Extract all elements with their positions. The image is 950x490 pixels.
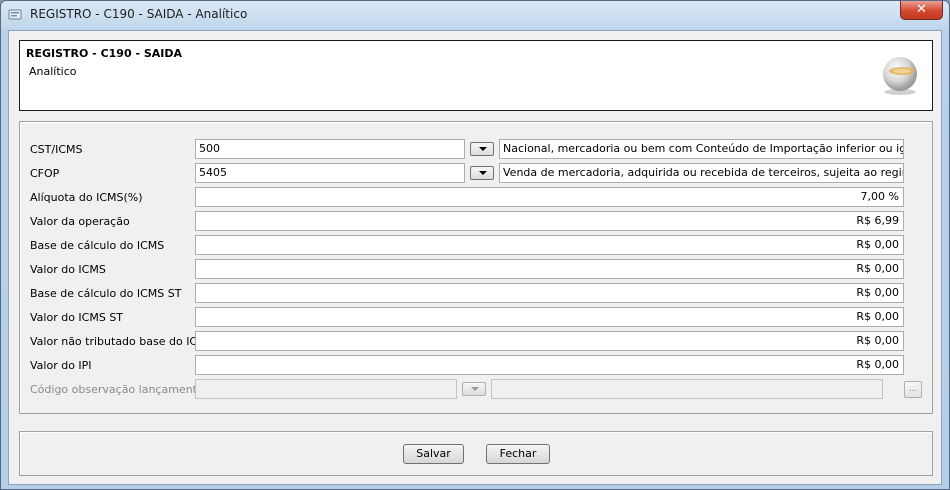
cfop-code-input[interactable]: 5405 [195,163,465,183]
valor-icms-st-input[interactable]: R$ 0,00 [195,307,904,327]
codigo-obs-browse-button[interactable]: ... [904,381,922,398]
cfop-label: CFOP [30,167,60,180]
header-box: REGISTRO - C190 - SAIDA Analítico [19,40,933,111]
base-icms-st-label: Base de cálculo do ICMS ST [30,287,182,300]
cfop-dropdown-button[interactable] [470,166,494,180]
valor-icms-input[interactable]: R$ 0,00 [195,259,904,279]
valor-nao-tributado-input[interactable]: R$ 0,00 [195,331,904,351]
window-title: REGISTRO - C190 - SAIDA - Analítico [30,7,248,21]
base-icms-st-input[interactable]: R$ 0,00 [195,283,904,303]
title-bar[interactable]: REGISTRO - C190 - SAIDA - Analítico ✕ [1,1,949,29]
chevron-down-icon [479,171,487,175]
dialog-body: REGISTRO - C190 - SAIDA Analítico CST/IC… [8,30,942,485]
aliquota-input[interactable]: 7,00 % [195,187,904,207]
cfop-description-field[interactable]: Venda de mercadoria, adquirida ou recebi… [499,163,904,183]
cst-label: CST/ICMS [30,143,83,156]
valor-nao-tributado-label: Valor não tributado base do ICMS [30,335,214,348]
codigo-obs-input[interactable] [195,379,457,399]
valor-operacao-label: Valor da operação [30,215,130,228]
close-button[interactable]: Fechar [486,444,550,464]
valor-icms-label: Valor do ICMS [30,263,106,276]
chevron-down-icon [471,387,479,391]
valor-icms-st-label: Valor do ICMS ST [30,311,124,324]
form-panel: CST/ICMS 500 Nacional, mercadoria ou bem… [19,121,933,414]
dialog-window: REGISTRO - C190 - SAIDA - Analítico ✕ RE… [0,0,950,490]
button-panel: Salvar Fechar [19,431,933,476]
header-subtitle: Analítico [29,65,77,78]
window-close-button[interactable]: ✕ [900,1,943,20]
save-button[interactable]: Salvar [403,444,464,464]
aliquota-label: Alíquota do ICMS(%) [30,191,143,204]
cst-dropdown-button[interactable] [470,142,494,156]
valor-operacao-input[interactable]: R$ 6,99 [195,211,904,231]
cst-description-field[interactable]: Nacional, mercadoria ou bem com Conteúdo… [499,139,904,159]
codigo-obs-description-field[interactable] [491,379,883,399]
base-icms-label: Base de cálculo do ICMS [30,239,165,252]
header-title: REGISTRO - C190 - SAIDA [26,47,183,60]
codigo-obs-label: Código observação lançamento [30,383,204,396]
base-icms-input[interactable]: R$ 0,00 [195,235,904,255]
chevron-down-icon [479,147,487,151]
valor-ipi-label: Valor do IPI [30,359,92,372]
codigo-obs-dropdown-button[interactable] [462,382,486,396]
cst-code-input[interactable]: 500 [195,139,465,159]
valor-ipi-input[interactable]: R$ 0,00 [195,355,904,375]
sphere-logo-icon [883,57,917,95]
app-icon [8,9,22,20]
